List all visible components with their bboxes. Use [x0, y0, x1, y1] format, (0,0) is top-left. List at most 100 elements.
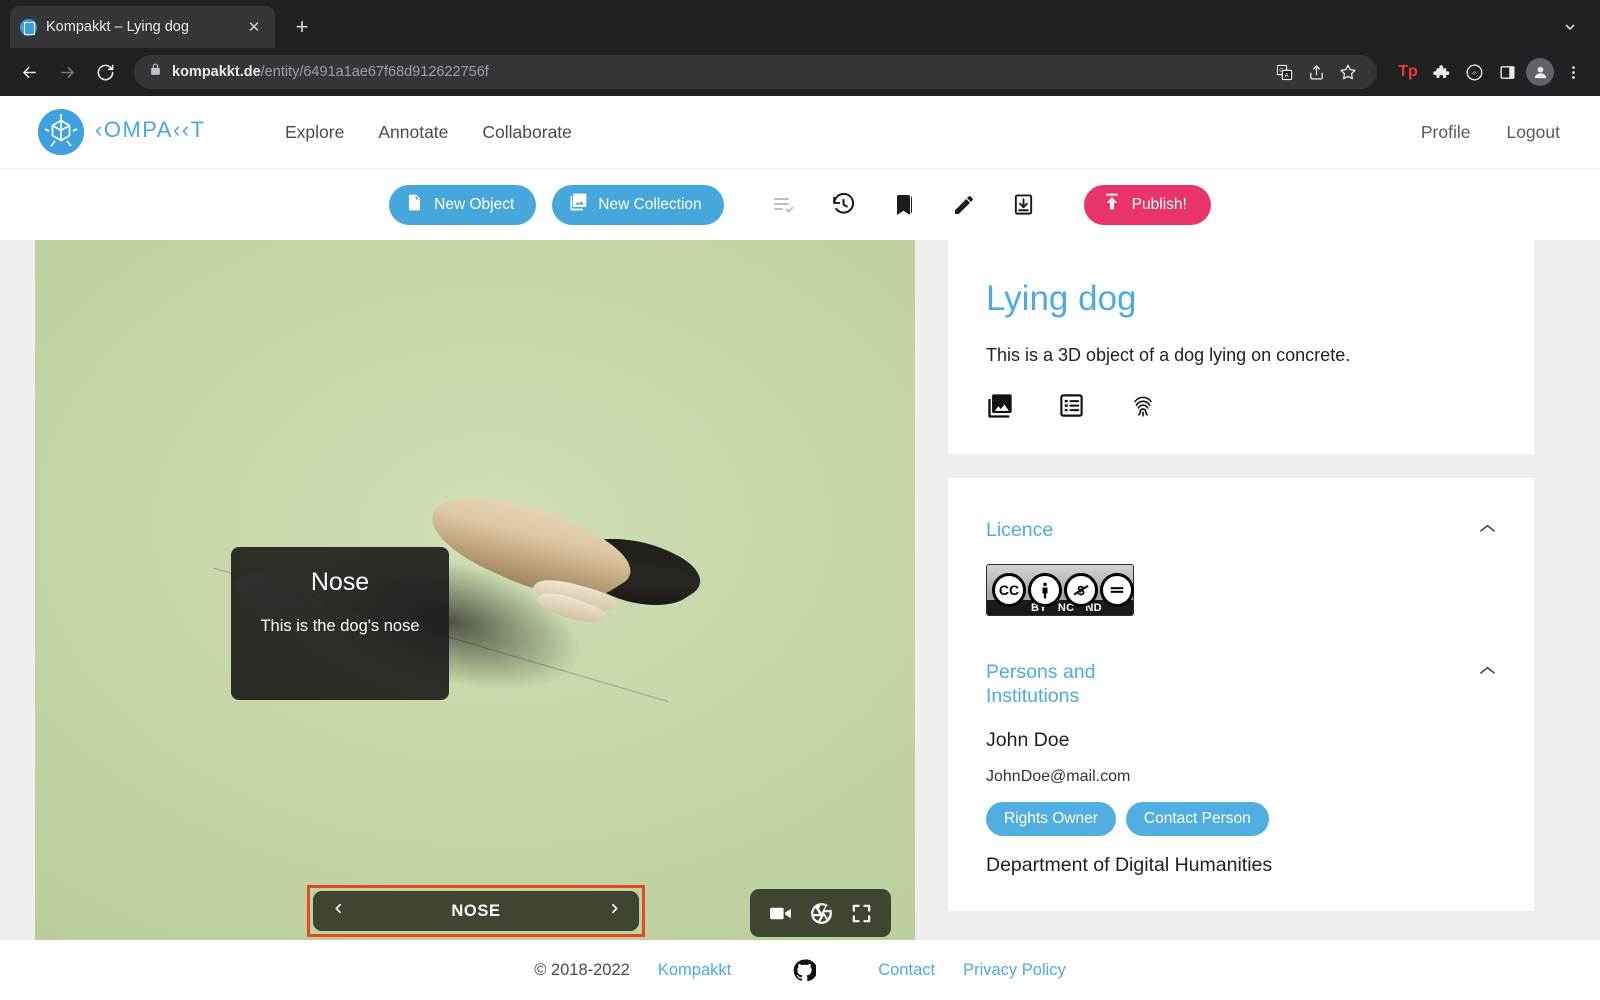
chevron-right-icon[interactable] [603, 900, 625, 923]
media-gallery-icon[interactable] [986, 392, 1014, 420]
page-body: ‹OMPA‹‹T Explore Annotate Collaborate Pr… [0, 96, 1600, 1000]
brand-name: ‹OMPA‹‹T [95, 117, 237, 148]
annotation-description: This is the dog's nose [260, 616, 420, 635]
annotation-popup[interactable]: Nose This is the dog's nose [231, 547, 449, 700]
address-bar[interactable]: kompakkt.de/entity/6491a1ae67f68d9126227… [134, 55, 1377, 89]
model-viewer[interactable]: Nose This is the dog's nose NOSE [35, 240, 915, 955]
fingerprint-icon[interactable] [1129, 392, 1157, 420]
chevron-up-icon[interactable] [1479, 660, 1496, 679]
translate-icon[interactable]: AG [1269, 57, 1299, 87]
cc-nc-icon: $ [1064, 572, 1098, 607]
nav-explore[interactable]: Explore [285, 122, 344, 143]
footer-brand-link[interactable]: Kompakkt [658, 961, 731, 980]
chevron-up-icon[interactable] [1479, 518, 1496, 537]
cc-nd-icon [1100, 572, 1134, 607]
person-email: JohnDoe@mail.com [986, 767, 1131, 785]
nav-profile[interactable]: Profile [1421, 122, 1471, 143]
role-chip-contact-person[interactable]: Contact Person [1125, 801, 1269, 836]
download-box-icon[interactable] [1002, 183, 1046, 227]
history-restore-icon[interactable] [822, 183, 866, 227]
star-icon[interactable] [1333, 57, 1363, 87]
extensions-row: Tp [1387, 57, 1588, 87]
chevron-left-icon[interactable] [327, 900, 349, 923]
nav-logout[interactable]: Logout [1506, 122, 1560, 143]
licence-section-title: Licence [986, 518, 1054, 541]
profile-avatar[interactable] [1526, 58, 1554, 86]
back-button[interactable] [12, 55, 46, 89]
document-icon [405, 193, 424, 217]
leaf-extension-icon[interactable] [1459, 57, 1489, 87]
header-user-nav: Profile Logout [1421, 122, 1560, 143]
url-text: kompakkt.de/entity/6491a1ae67f68d9126227… [172, 64, 489, 80]
main-nav: Explore Annotate Collaborate [285, 122, 572, 143]
new-object-label: New Object [434, 195, 515, 213]
publish-upload-icon [1102, 192, 1122, 217]
collection-images-icon [568, 192, 588, 217]
nav-collaborate[interactable]: Collaborate [482, 122, 572, 143]
tp-extension-icon[interactable]: Tp [1393, 57, 1423, 87]
chevron-down-icon[interactable] [1562, 19, 1578, 38]
persons-section-header[interactable]: Persons and Institutions [986, 660, 1496, 709]
publish-button[interactable]: Publish! [1083, 184, 1211, 225]
annotation-nav-highlight: NOSE [307, 885, 645, 937]
browser-chrome: Kompakkt – Lying dog ✕ + kompakkt.de/ent… [0, 0, 1600, 96]
video-record-icon[interactable] [768, 901, 793, 926]
url-domain: kompakkt.de [172, 64, 261, 80]
side-panel-icon[interactable] [1492, 57, 1522, 87]
viewer-controls [750, 889, 891, 937]
pencil-edit-icon[interactable] [942, 183, 986, 227]
footer-copyright: © 2018-2022 [534, 960, 630, 979]
svg-text:G: G [1279, 67, 1283, 73]
bookmarks-icon[interactable] [882, 183, 926, 227]
cc-badge-marks: CC $ [992, 572, 1134, 607]
share-icon[interactable] [1301, 57, 1331, 87]
reload-button[interactable] [88, 55, 122, 89]
object-description: This is a 3D object of a dog lying on co… [986, 344, 1351, 365]
kompakkt-cube-logo [38, 109, 84, 155]
browser-tab[interactable]: Kompakkt – Lying dog ✕ [10, 6, 275, 48]
publish-label: Publish! [1131, 195, 1187, 213]
object-info-card: Lying dog This is a 3D object of a dog l… [948, 240, 1534, 454]
nav-annotate[interactable]: Annotate [378, 122, 448, 143]
url-path: /entity/6491a1ae67f68d912622756f [260, 64, 489, 80]
puzzle-extensions-icon[interactable] [1426, 57, 1456, 87]
footer-contact-link[interactable]: Contact [878, 961, 935, 980]
action-toolbar: New Object New Collection Publish! [0, 168, 1600, 240]
kompakkt-favicon [20, 18, 37, 36]
brand-logo[interactable]: ‹OMPA‹‹T [38, 109, 237, 155]
metadata-list-icon[interactable] [1058, 392, 1085, 420]
person-name: John Doe [986, 728, 1070, 751]
annotation-navigation-bar[interactable]: NOSE [313, 891, 639, 931]
github-icon[interactable] [793, 958, 817, 982]
person-roles: Rights Owner Contact Person [986, 801, 1496, 836]
person-institution: Department of Digital Humanities [986, 853, 1273, 876]
licence-persons-card: Licence CC $ [948, 477, 1534, 911]
close-icon[interactable]: ✕ [243, 16, 265, 38]
page-title: Lying dog [986, 279, 1137, 318]
content-area: Nose This is the dog's nose NOSE Lying d… [0, 240, 1600, 964]
object-action-icons [986, 392, 1496, 420]
new-object-button[interactable]: New Object [389, 184, 537, 225]
cc-by-icon [1028, 572, 1062, 607]
annotation-nav-label: NOSE [451, 901, 501, 920]
role-chip-rights-owner[interactable]: Rights Owner [986, 801, 1116, 836]
object-side-panel: Lying dog This is a 3D object of a dog l… [948, 240, 1534, 964]
fullscreen-icon[interactable] [850, 902, 873, 925]
cc-by-nc-nd-badge[interactable]: CC $ BY NC ND [986, 563, 1134, 616]
site-footer: © 2018-2022 Kompakkt Contact Privacy Pol… [0, 940, 1600, 1000]
lock-icon [149, 63, 162, 81]
tab-strip: Kompakkt – Lying dog ✕ + [0, 0, 1600, 48]
avatar-icon[interactable] [1525, 57, 1555, 87]
licence-section-header[interactable]: Licence [986, 518, 1496, 542]
new-collection-button[interactable]: New Collection [552, 184, 724, 225]
annotation-title: Nose [310, 568, 370, 596]
new-collection-label: New Collection [598, 195, 702, 213]
footer-privacy-link[interactable]: Privacy Policy [963, 961, 1066, 980]
kebab-menu-icon[interactable] [1558, 57, 1588, 87]
site-header: ‹OMPA‹‹T Explore Annotate Collaborate Pr… [0, 96, 1600, 168]
tab-title: Kompakkt – Lying dog [46, 19, 189, 35]
playlist-check-icon[interactable] [762, 183, 806, 227]
forward-button[interactable] [50, 55, 84, 89]
new-tab-button[interactable]: + [285, 10, 319, 44]
camera-shutter-icon[interactable] [809, 901, 834, 926]
